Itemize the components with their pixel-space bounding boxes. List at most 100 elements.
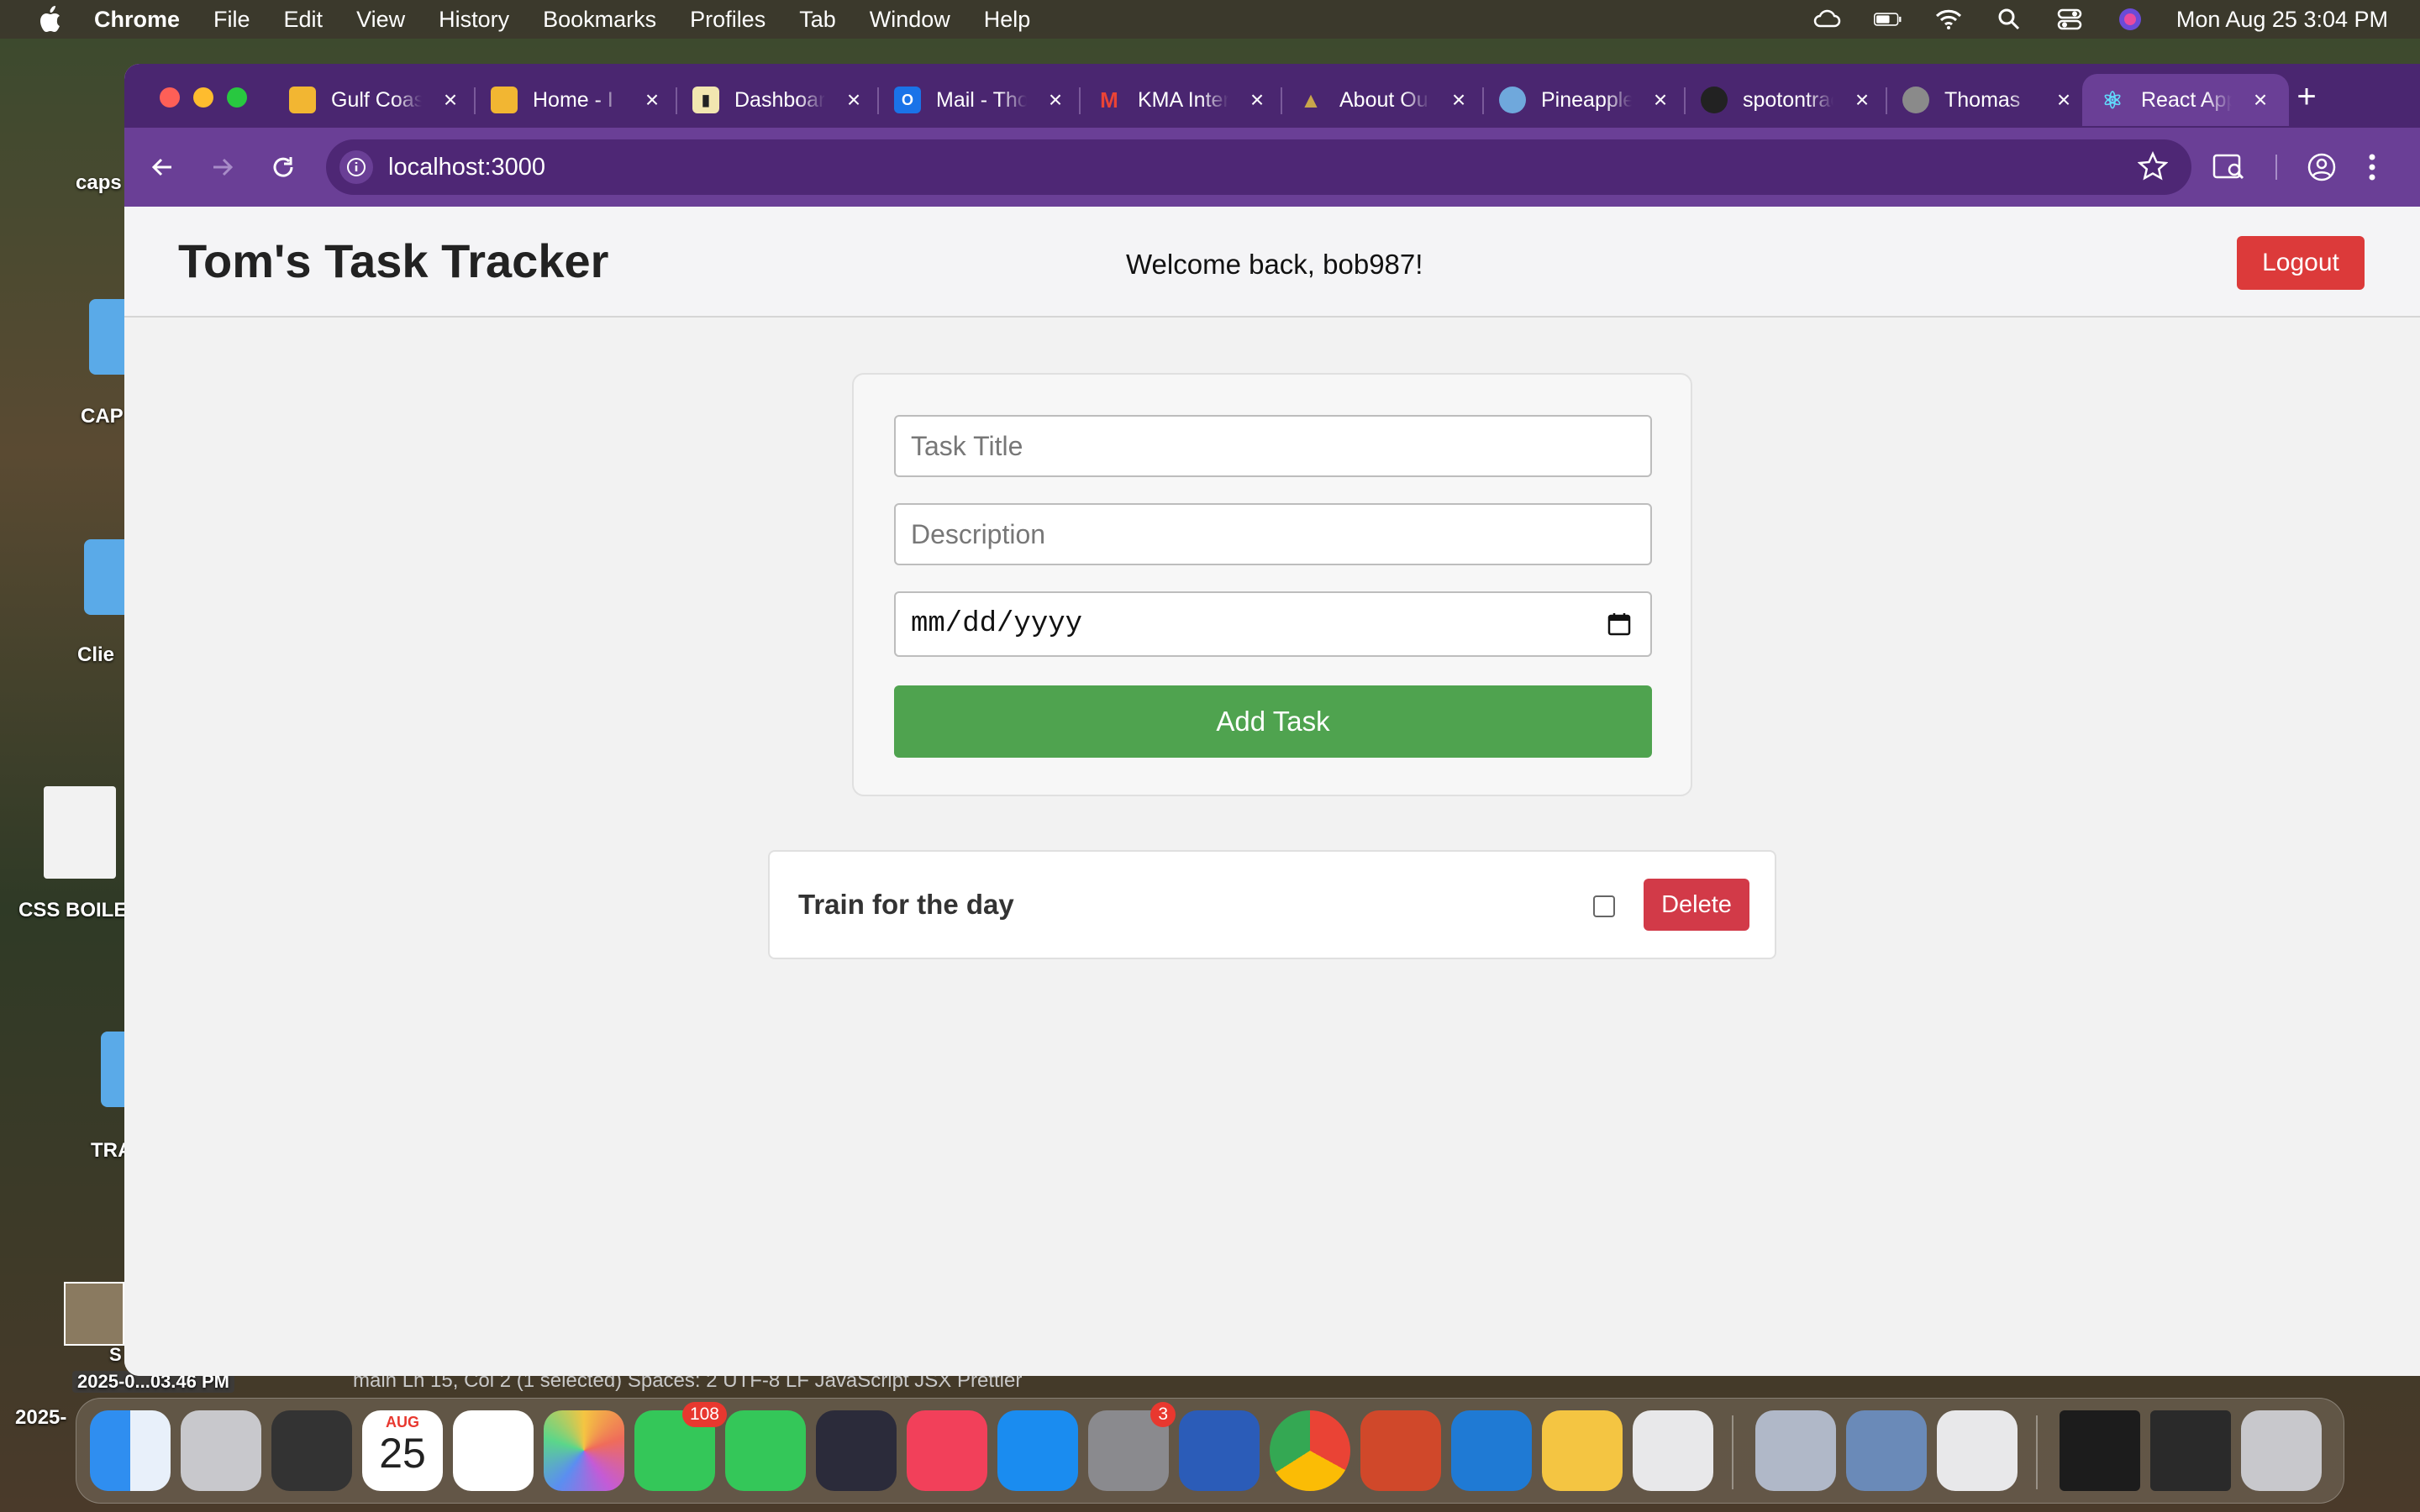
screenshot-thumbnail-icon[interactable] (64, 1282, 124, 1346)
tab-label: KMA Internal (1138, 87, 1228, 112)
due-date-input[interactable]: mm/dd/yyyy (894, 591, 1652, 657)
tab-home[interactable]: Home - I × (491, 74, 664, 126)
tab-dashboard[interactable]: ▮ Dashboard × (692, 74, 865, 126)
tab-close-icon[interactable]: × (640, 87, 664, 113)
profile-icon[interactable] (2301, 146, 2343, 188)
tab-search-icon[interactable] (2208, 146, 2250, 188)
app-title: Tom's Task Tracker (178, 234, 609, 287)
tab-close-icon[interactable]: × (2052, 87, 2075, 113)
messages-icon[interactable]: 108 (634, 1402, 727, 1491)
forward-button[interactable] (202, 146, 244, 188)
minimize-window-button[interactable] (193, 87, 213, 108)
spotlight-search-icon[interactable] (1995, 7, 2023, 32)
menu-window[interactable]: Window (870, 7, 950, 33)
word-icon[interactable] (1179, 1410, 1260, 1491)
settings-badge: 3 (1150, 1402, 1176, 1427)
tab-mail[interactable]: O Mail - Thomas × (894, 74, 1067, 126)
reminders-icon[interactable] (453, 1410, 534, 1491)
tab-close-icon[interactable]: × (1447, 87, 1470, 113)
calendar-icon[interactable] (1607, 612, 1632, 637)
battery-icon[interactable] (1873, 7, 1902, 32)
globe-icon (1902, 87, 1929, 113)
tab-label: Gulf Coast (331, 87, 422, 112)
chrome-icon[interactable] (1270, 1410, 1350, 1491)
tab-kma[interactable]: M KMA Internal × (1096, 74, 1269, 126)
add-task-button[interactable]: Add Task (894, 685, 1652, 758)
tab-favicon-icon (289, 87, 316, 113)
settings-utility-icon[interactable] (1755, 1410, 1836, 1491)
calendar-icon[interactable]: AUG 25 (362, 1410, 443, 1491)
tab-close-icon[interactable]: × (2249, 87, 2272, 113)
menu-edit[interactable]: Edit (284, 7, 324, 33)
address-bar[interactable]: localhost:3000 (326, 139, 2191, 195)
wifi-icon[interactable] (1934, 7, 1963, 32)
trash-icon[interactable] (2241, 1410, 2322, 1491)
github-icon (1701, 87, 1728, 113)
menu-history[interactable]: History (439, 7, 509, 33)
minimized-window-icon[interactable] (2060, 1410, 2140, 1491)
task-title-input[interactable]: Task Title (894, 415, 1652, 477)
tab-close-icon[interactable]: × (1649, 87, 1672, 113)
finder-icon[interactable] (90, 1410, 171, 1491)
bookmark-star-icon[interactable] (2137, 150, 2169, 186)
facetime-icon[interactable] (725, 1410, 806, 1491)
tab-gulf-coast[interactable]: Gulf Coast × (289, 74, 462, 126)
tab-separator (1482, 87, 1484, 114)
launchpad-icon[interactable] (181, 1410, 261, 1491)
site-info-icon[interactable] (339, 150, 373, 184)
new-tab-button[interactable]: + (2286, 76, 2328, 118)
vscode-icon[interactable] (1451, 1410, 1532, 1491)
iphone-mirroring-icon[interactable] (1633, 1410, 1713, 1491)
menu-bookmarks[interactable]: Bookmarks (543, 7, 656, 33)
tab-label: Thomas (1944, 87, 2021, 112)
menubar-clock[interactable]: Mon Aug 25 3:04 PM (2176, 7, 2388, 33)
tab-close-icon[interactable]: × (439, 87, 462, 113)
back-button[interactable] (141, 146, 183, 188)
photos-icon[interactable] (544, 1410, 624, 1491)
close-window-button[interactable] (160, 87, 180, 108)
tab-close-icon[interactable]: × (1245, 87, 1269, 113)
tab-separator (877, 87, 879, 114)
menu-tab[interactable]: Tab (799, 7, 836, 33)
tab-about[interactable]: ▲ About Our × (1297, 74, 1470, 126)
tab-pineapple[interactable]: Pineapple × (1499, 74, 1672, 126)
menu-profiles[interactable]: Profiles (690, 7, 765, 33)
music-icon[interactable] (907, 1410, 987, 1491)
kebab-menu-icon[interactable] (2351, 146, 2393, 188)
tab-spotontrack[interactable]: spotontrack × (1701, 74, 1874, 126)
tab-react-app[interactable]: ⚛ React App × (2082, 74, 2289, 126)
creative-cloud-icon[interactable] (1813, 7, 1842, 32)
task-title-placeholder: Task Title (911, 430, 1023, 461)
preview-icon[interactable] (1846, 1410, 1927, 1491)
system-settings-icon[interactable]: 3 (1088, 1402, 1176, 1491)
tab-close-icon[interactable]: × (842, 87, 865, 113)
minimized-window-icon[interactable] (2150, 1410, 2231, 1491)
menu-help[interactable]: Help (984, 7, 1031, 33)
document-icon[interactable] (1937, 1410, 2018, 1491)
safari-icon[interactable] (997, 1410, 1078, 1491)
outlook-icon: O (894, 87, 921, 113)
menu-app-name[interactable]: Chrome (94, 7, 180, 33)
imovie-icon[interactable] (816, 1410, 897, 1491)
tab-close-icon[interactable]: × (1850, 87, 1874, 113)
description-input[interactable]: Description (894, 503, 1652, 565)
document-icon[interactable] (44, 786, 116, 879)
maximize-window-button[interactable] (227, 87, 247, 108)
tab-thomas[interactable]: Thomas × (1902, 74, 2075, 126)
task-complete-checkbox[interactable] (1593, 895, 1615, 917)
siri-icon[interactable] (2116, 7, 2144, 32)
reload-button[interactable] (262, 146, 304, 188)
app-header: Tom's Task Tracker Welcome back, bob987!… (124, 207, 2420, 318)
control-center-icon[interactable] (2055, 7, 2084, 32)
menu-view[interactable]: View (356, 7, 405, 33)
logout-button[interactable]: Logout (2237, 236, 2365, 290)
powerpoint-icon[interactable] (1360, 1410, 1441, 1491)
apple-icon[interactable] (30, 0, 69, 39)
tab-close-icon[interactable]: × (1044, 87, 1067, 113)
menu-file[interactable]: File (213, 7, 250, 33)
delete-task-button[interactable]: Delete (1644, 879, 1749, 931)
freeform-icon[interactable] (1542, 1410, 1623, 1491)
desktop-item-label: 2025- (15, 1406, 67, 1429)
quicktime-icon[interactable] (271, 1410, 352, 1491)
url-text[interactable]: localhost:3000 (388, 154, 545, 181)
